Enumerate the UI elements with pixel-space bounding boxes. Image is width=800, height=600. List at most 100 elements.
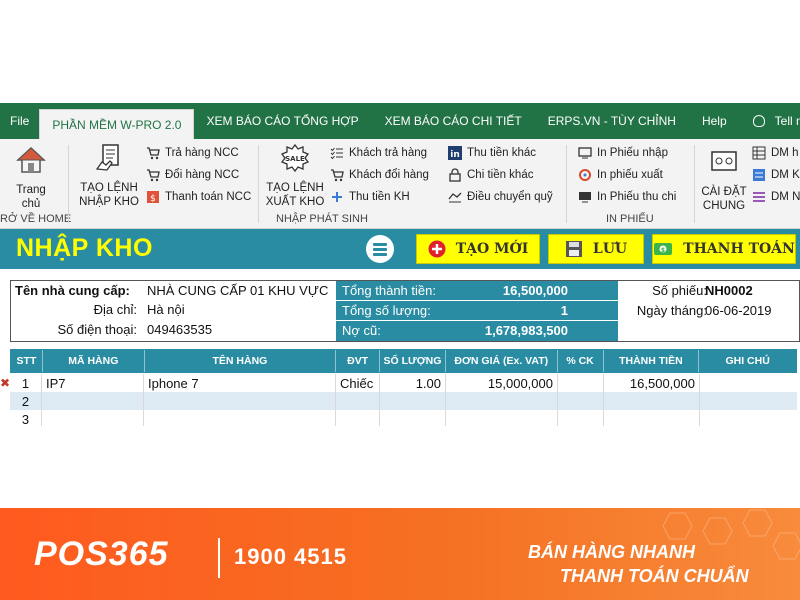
cell-so-luong[interactable] [380, 392, 446, 410]
tao-lenh-xuat-label-1: TẠO LỆNH [266, 182, 324, 194]
tao-moi-button[interactable]: TẠO MỚI [416, 234, 540, 264]
cell-ghi-chu[interactable] [700, 374, 797, 392]
tab-help[interactable]: Help [688, 103, 739, 139]
pos365-banner: POS365 1900 4515 BÁN HÀNG NHANH THANH TO… [0, 508, 800, 600]
menu-icon-line [373, 248, 387, 251]
in-phieu-thu-chi-button[interactable]: In Phiếu thu chi [578, 187, 676, 207]
old-debt-value: 1,678,983,500 [484, 323, 568, 338]
col-header-so-luong: SỐ LƯỢNG [380, 350, 446, 372]
thu-tien-khac-label: Thu tiền khác [467, 147, 537, 159]
phone-field[interactable]: 049463535 [147, 322, 212, 337]
cash-icon: $ [654, 243, 673, 255]
date-field[interactable]: 06-06-2019 [705, 303, 772, 318]
cell-ck[interactable] [558, 374, 604, 392]
tab-bao-cao-chi-tiet[interactable]: XEM BÁO CÁO CHI TIẾT [371, 103, 534, 139]
hamburger-menu-button[interactable] [366, 235, 394, 263]
supplier-field[interactable]: NHÀ CUNG CẤP 01 KHU VỰC [147, 283, 337, 298]
cell-ten-hang[interactable] [144, 410, 336, 426]
totals-box: Tổng thành tiền: 16,500,000 Tổng số lượn… [336, 281, 618, 341]
thanh-toan-button[interactable]: $ THANH TOÁN [652, 234, 796, 264]
doi-hang-ncc-button[interactable]: Đổi hàng NCC [146, 165, 239, 185]
cell-don-gia[interactable] [446, 392, 558, 410]
ribbon-separator [694, 145, 695, 223]
in-phieu-xuat-button[interactable]: In phiếu xuất [578, 165, 663, 185]
svg-text:SALE: SALE [285, 155, 305, 163]
cell-ten-hang[interactable] [144, 392, 336, 410]
voucher-info-panel: Tên nhà cung cấp: NHÀ CUNG CẤP 01 KHU VỰ… [10, 280, 800, 342]
cell-so-luong[interactable]: 1.00 [380, 374, 446, 392]
cell-ghi-chu[interactable] [700, 392, 797, 410]
tell-me-search[interactable]: Tell me wh [739, 103, 800, 139]
tab-erps-tuy-chinh[interactable]: ERPS.VN - TÙY CHỈNH [534, 103, 688, 139]
dieu-chuyen-quy-button[interactable]: Điều chuyển quỹ [448, 187, 553, 207]
thu-tien-khac-button[interactable]: in Thu tiền khác [448, 143, 536, 163]
tra-hang-ncc-button[interactable]: Trả hàng NCC [146, 143, 239, 163]
ribbon-separator [68, 145, 69, 223]
refresh-icon [579, 169, 591, 181]
cart-exchange-icon [147, 169, 160, 182]
settings-panel-icon [711, 151, 737, 171]
thu-tien-kh-label: Thu tiền KH [349, 191, 410, 203]
cell-ten-hang[interactable]: Iphone 7 [144, 374, 336, 392]
cell-dvt[interactable]: Chiếc [336, 374, 380, 392]
home-button[interactable]: Trang chủ [6, 145, 56, 211]
khach-tra-hang-label: Khách trả hàng [349, 147, 428, 159]
tao-lenh-nhap-label-1: TẠO LỆNH [80, 182, 138, 194]
cell-stt: 3 [10, 410, 42, 426]
cell-ck[interactable] [558, 392, 604, 410]
tao-lenh-xuat-kho-button[interactable]: SALE TẠO LỆNH XUẤT KHO [262, 143, 328, 209]
tab-file[interactable]: File [0, 103, 39, 139]
cell-ck[interactable] [558, 410, 604, 426]
slogan-line-2: THANH TOÁN CHUẨN [560, 566, 749, 586]
thanh-toan-label: THANH TOÁN [683, 241, 795, 257]
ribbon-body: Trang chủ RỞ VỀ HOME TẠO LỆNH NHẬP KHO T… [0, 139, 800, 229]
address-field[interactable]: Hà nội [147, 302, 185, 317]
svg-text:$: $ [661, 247, 665, 254]
total-qty-label: Tổng số lượng: [342, 303, 431, 318]
home-group-label: RỞ VỀ HOME [0, 213, 72, 225]
cell-dvt[interactable] [336, 410, 380, 426]
cell-don-gia[interactable] [446, 410, 558, 426]
checklist-icon [330, 147, 343, 160]
dm-khach-button[interactable]: DM K [752, 165, 800, 185]
cell-don-gia[interactable]: 15,000,000 [446, 374, 558, 392]
luu-label: LƯU [592, 241, 628, 257]
document-hand-icon [95, 144, 119, 171]
tao-moi-label: TẠO MỚI [455, 241, 529, 257]
tab-wpro[interactable]: PHẦN MỀM W-PRO 2.0 [39, 109, 195, 139]
dm-khach-label: DM K [771, 169, 800, 181]
cell-thanh-tien [604, 392, 700, 410]
cell-ma-hang[interactable]: IP7 [42, 374, 144, 392]
tab-bao-cao-tong-hop[interactable]: XEM BÁO CÁO TỔNG HỢP [194, 103, 370, 139]
items-table-header: STT MÃ HÀNG TÊN HÀNG ĐVT SỐ LƯỢNG ĐƠN GI… [10, 349, 797, 373]
chi-tien-khac-button[interactable]: Chi tiền khác [448, 165, 533, 185]
thanh-toan-ncc-button[interactable]: $ Thanh toán NCC [146, 187, 251, 207]
col-header-thanh-tien: THÀNH TIỀN [604, 350, 700, 372]
phone-label: Số điện thoại: [57, 322, 137, 337]
khach-doi-hang-button[interactable]: Khách đổi hàng [330, 165, 429, 185]
total-qty-value: 1 [560, 303, 568, 318]
cell-ghi-chu[interactable] [700, 410, 797, 426]
col-header-ghi-chu: GHI CHÚ [725, 355, 770, 367]
in-phieu-nhap-button[interactable]: In Phiếu nhập [578, 143, 668, 163]
col-header-stt: STT [11, 350, 43, 372]
pos365-logo: POS365 [34, 535, 169, 573]
luu-button[interactable]: LƯU [548, 234, 644, 264]
thu-tien-kh-button[interactable]: Thu tiền KH [330, 187, 410, 207]
cell-dvt[interactable] [336, 392, 380, 410]
banner-divider [218, 538, 220, 578]
tao-lenh-nhap-kho-button[interactable]: TẠO LỆNH NHẬP KHO [76, 143, 142, 209]
supplier-label: Tên nhà cung cấp: [15, 283, 130, 298]
cai-dat-chung-button[interactable]: CÀI ĐẶT CHUNG [698, 147, 750, 213]
dm-ncc-button[interactable]: DM N [752, 187, 800, 207]
list-icon [753, 169, 765, 181]
delete-row-icon[interactable]: ✖ [0, 376, 10, 390]
khach-tra-hang-button[interactable]: Khách trả hàng [330, 143, 427, 163]
dm-hang-button[interactable]: DM h [752, 143, 798, 163]
cell-so-luong[interactable] [380, 410, 446, 426]
total-amount-label: Tổng thành tiền: [342, 283, 436, 298]
nhap-phat-sinh-group-label: NHẬP PHÁT SINH [276, 213, 368, 225]
col-header-ma-hang: MÃ HÀNG [43, 350, 145, 372]
cell-ma-hang[interactable] [42, 392, 144, 410]
cell-ma-hang[interactable] [42, 410, 144, 426]
